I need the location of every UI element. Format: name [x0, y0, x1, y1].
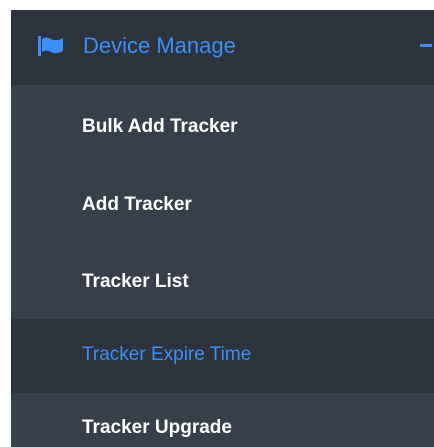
sidebar-item-label: Bulk Add Tracker: [82, 116, 238, 137]
sidebar-item-tracker-upgrade[interactable]: Tracker Upgrade: [11, 394, 434, 447]
sidebar-item-tracker-expire-time[interactable]: Tracker Expire Time: [11, 319, 434, 393]
left-frame-edge: [0, 0, 11, 447]
sidebar-item-bulk-add-tracker[interactable]: Bulk Add Tracker: [11, 91, 434, 165]
sidebar-item-label: Tracker Upgrade: [82, 417, 232, 438]
device-manage-label: Device Manage: [83, 33, 236, 58]
sidebar-item-tracker-list[interactable]: Tracker List: [11, 246, 434, 320]
device-manage-section-header[interactable]: Device Manage: [11, 10, 434, 85]
top-frame-edge: [0, 0, 434, 10]
minus-icon[interactable]: [417, 35, 434, 57]
sidebar-item-add-tracker[interactable]: Add Tracker: [11, 169, 434, 243]
sidebar-item-label: Tracker List: [82, 271, 189, 292]
sidebar-item-label: Add Tracker: [82, 194, 192, 215]
sidebar-item-label: Tracker Expire Time: [82, 344, 252, 365]
flag-icon: [38, 36, 64, 56]
sidebar-menu: Device Manage Bulk Add Tracker Add Track…: [0, 0, 434, 447]
